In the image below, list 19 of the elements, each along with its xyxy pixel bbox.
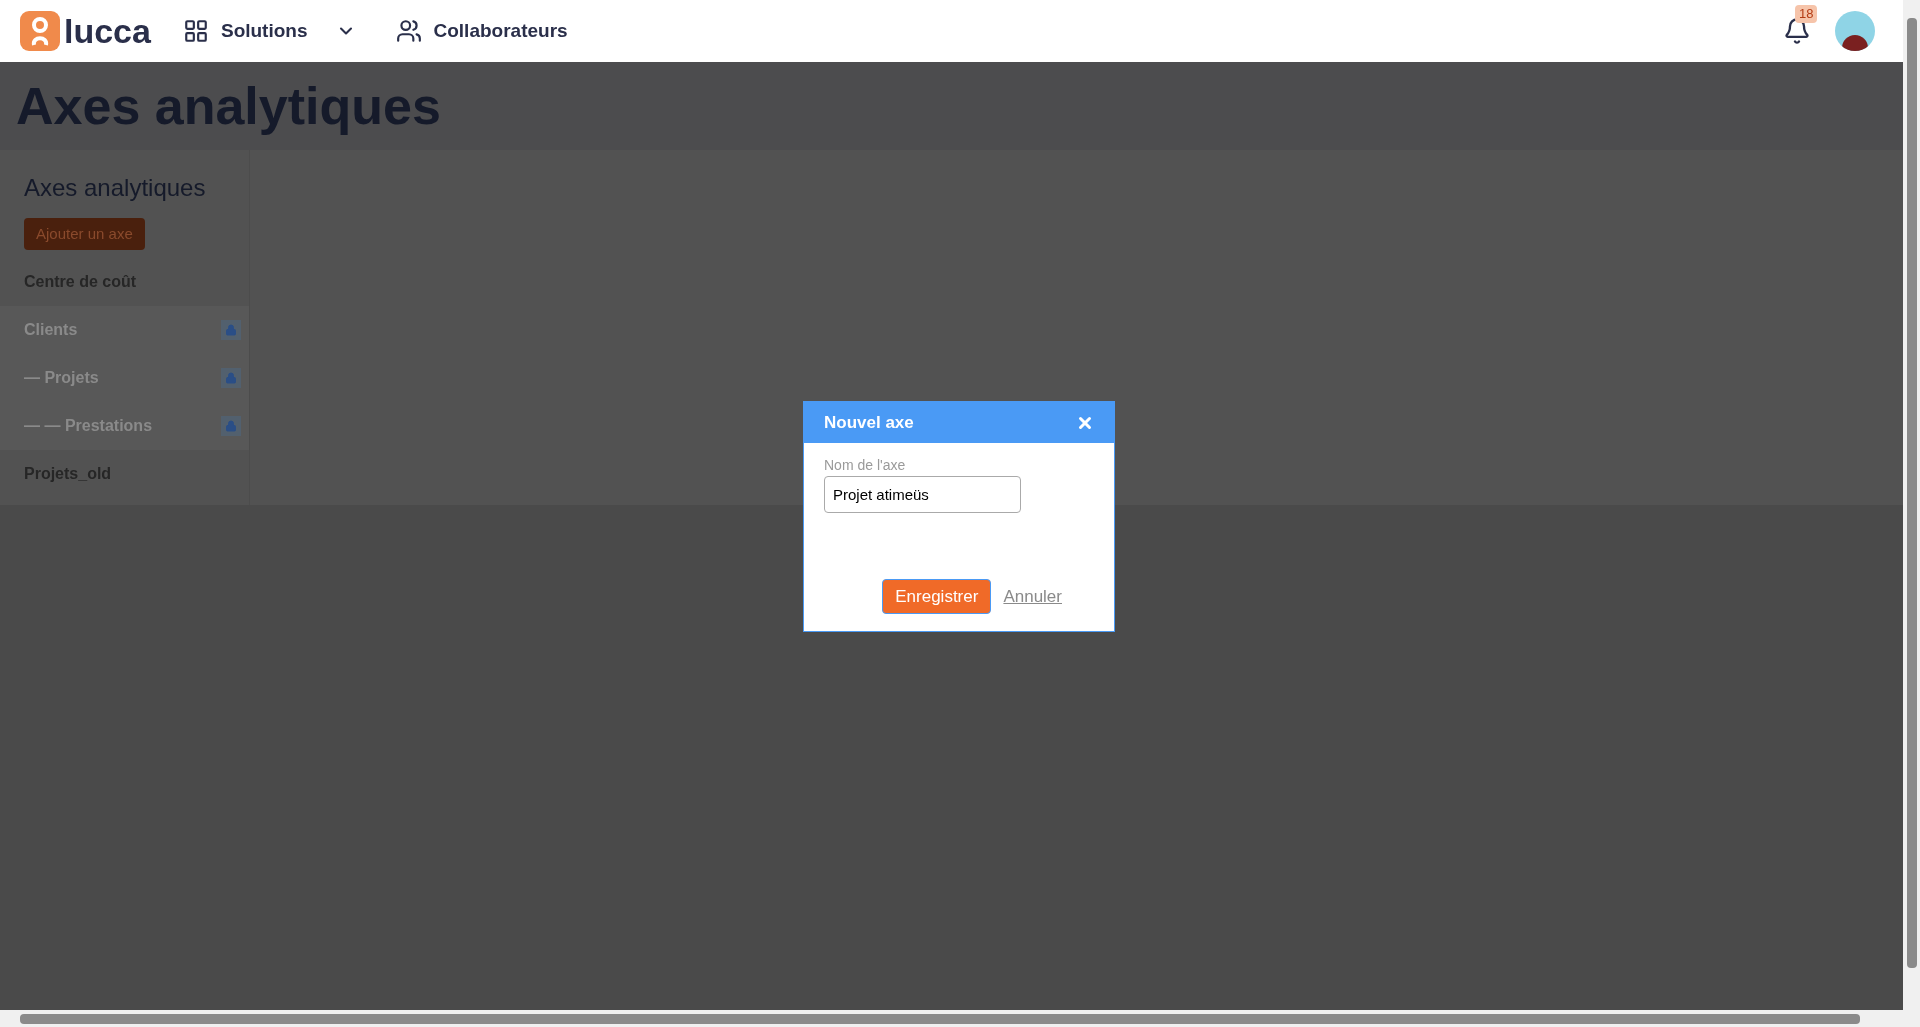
horizontal-scrollbar[interactable] [0, 1010, 1903, 1027]
people-icon [395, 18, 422, 44]
cancel-link[interactable]: Annuler [1003, 583, 1062, 610]
page-title: Axes analytiques [16, 76, 441, 137]
field-label: Nom de l'axe [824, 456, 907, 475]
vertical-scrollbar[interactable] [1903, 0, 1920, 1027]
add-axis-button[interactable]: Ajouter un axe [24, 218, 145, 250]
dialog-title: Nouvel axe [824, 411, 914, 434]
solutions-menu[interactable]: Solutions [182, 16, 356, 46]
save-button[interactable]: Enregistrer [882, 579, 992, 614]
logo-wordmark[interactable]: lucca [64, 14, 151, 48]
avatar[interactable] [1835, 11, 1875, 51]
grid-icon [182, 18, 209, 44]
bell-icon[interactable] [1783, 17, 1811, 45]
axis-name-input[interactable]: Projet atimeüs [824, 476, 1021, 513]
notification-badge: 18 [1795, 5, 1818, 23]
sidebar-title: Axes analytiques [23, 173, 207, 203]
nav-link[interactable]: Collaborateurs [395, 16, 568, 46]
logo-icon [20, 11, 60, 51]
